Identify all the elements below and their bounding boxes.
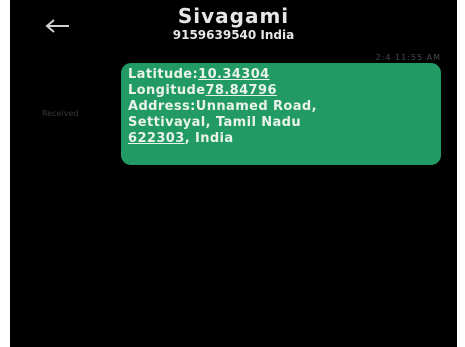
address-line-1: Address:Unnamed Road,: [128, 99, 317, 114]
message-text: Latitude:10.34304 Longitude78.84796 Addr…: [128, 67, 438, 147]
received-label: Received: [42, 109, 79, 118]
message-timestamp: 2:4 11:55 AM: [375, 53, 441, 62]
postal-line: 622303, India: [128, 131, 438, 147]
postal-code-link[interactable]: 622303: [128, 131, 185, 146]
longitude-label: Longitude: [128, 83, 206, 98]
latitude-line: Latitude:10.34304: [128, 67, 438, 83]
contact-number: 9159639540 India: [172, 28, 295, 42]
latitude-link[interactable]: 10.34304: [198, 67, 269, 82]
contact-name: Sivagami: [177, 4, 290, 28]
longitude-line: Longitude78.84796: [128, 83, 438, 99]
latitude-label: Latitude:: [128, 67, 199, 82]
country-suffix: , India: [184, 131, 234, 146]
chat-screen: Sivagami 9159639540 India 2:4 11:55 AM R…: [10, 0, 457, 347]
longitude-link[interactable]: 78.84796: [205, 83, 276, 98]
address-line-2: Settivayal, Tamil Nadu: [128, 115, 302, 130]
message-bubble[interactable]: Latitude:10.34304 Longitude78.84796 Addr…: [121, 63, 441, 165]
